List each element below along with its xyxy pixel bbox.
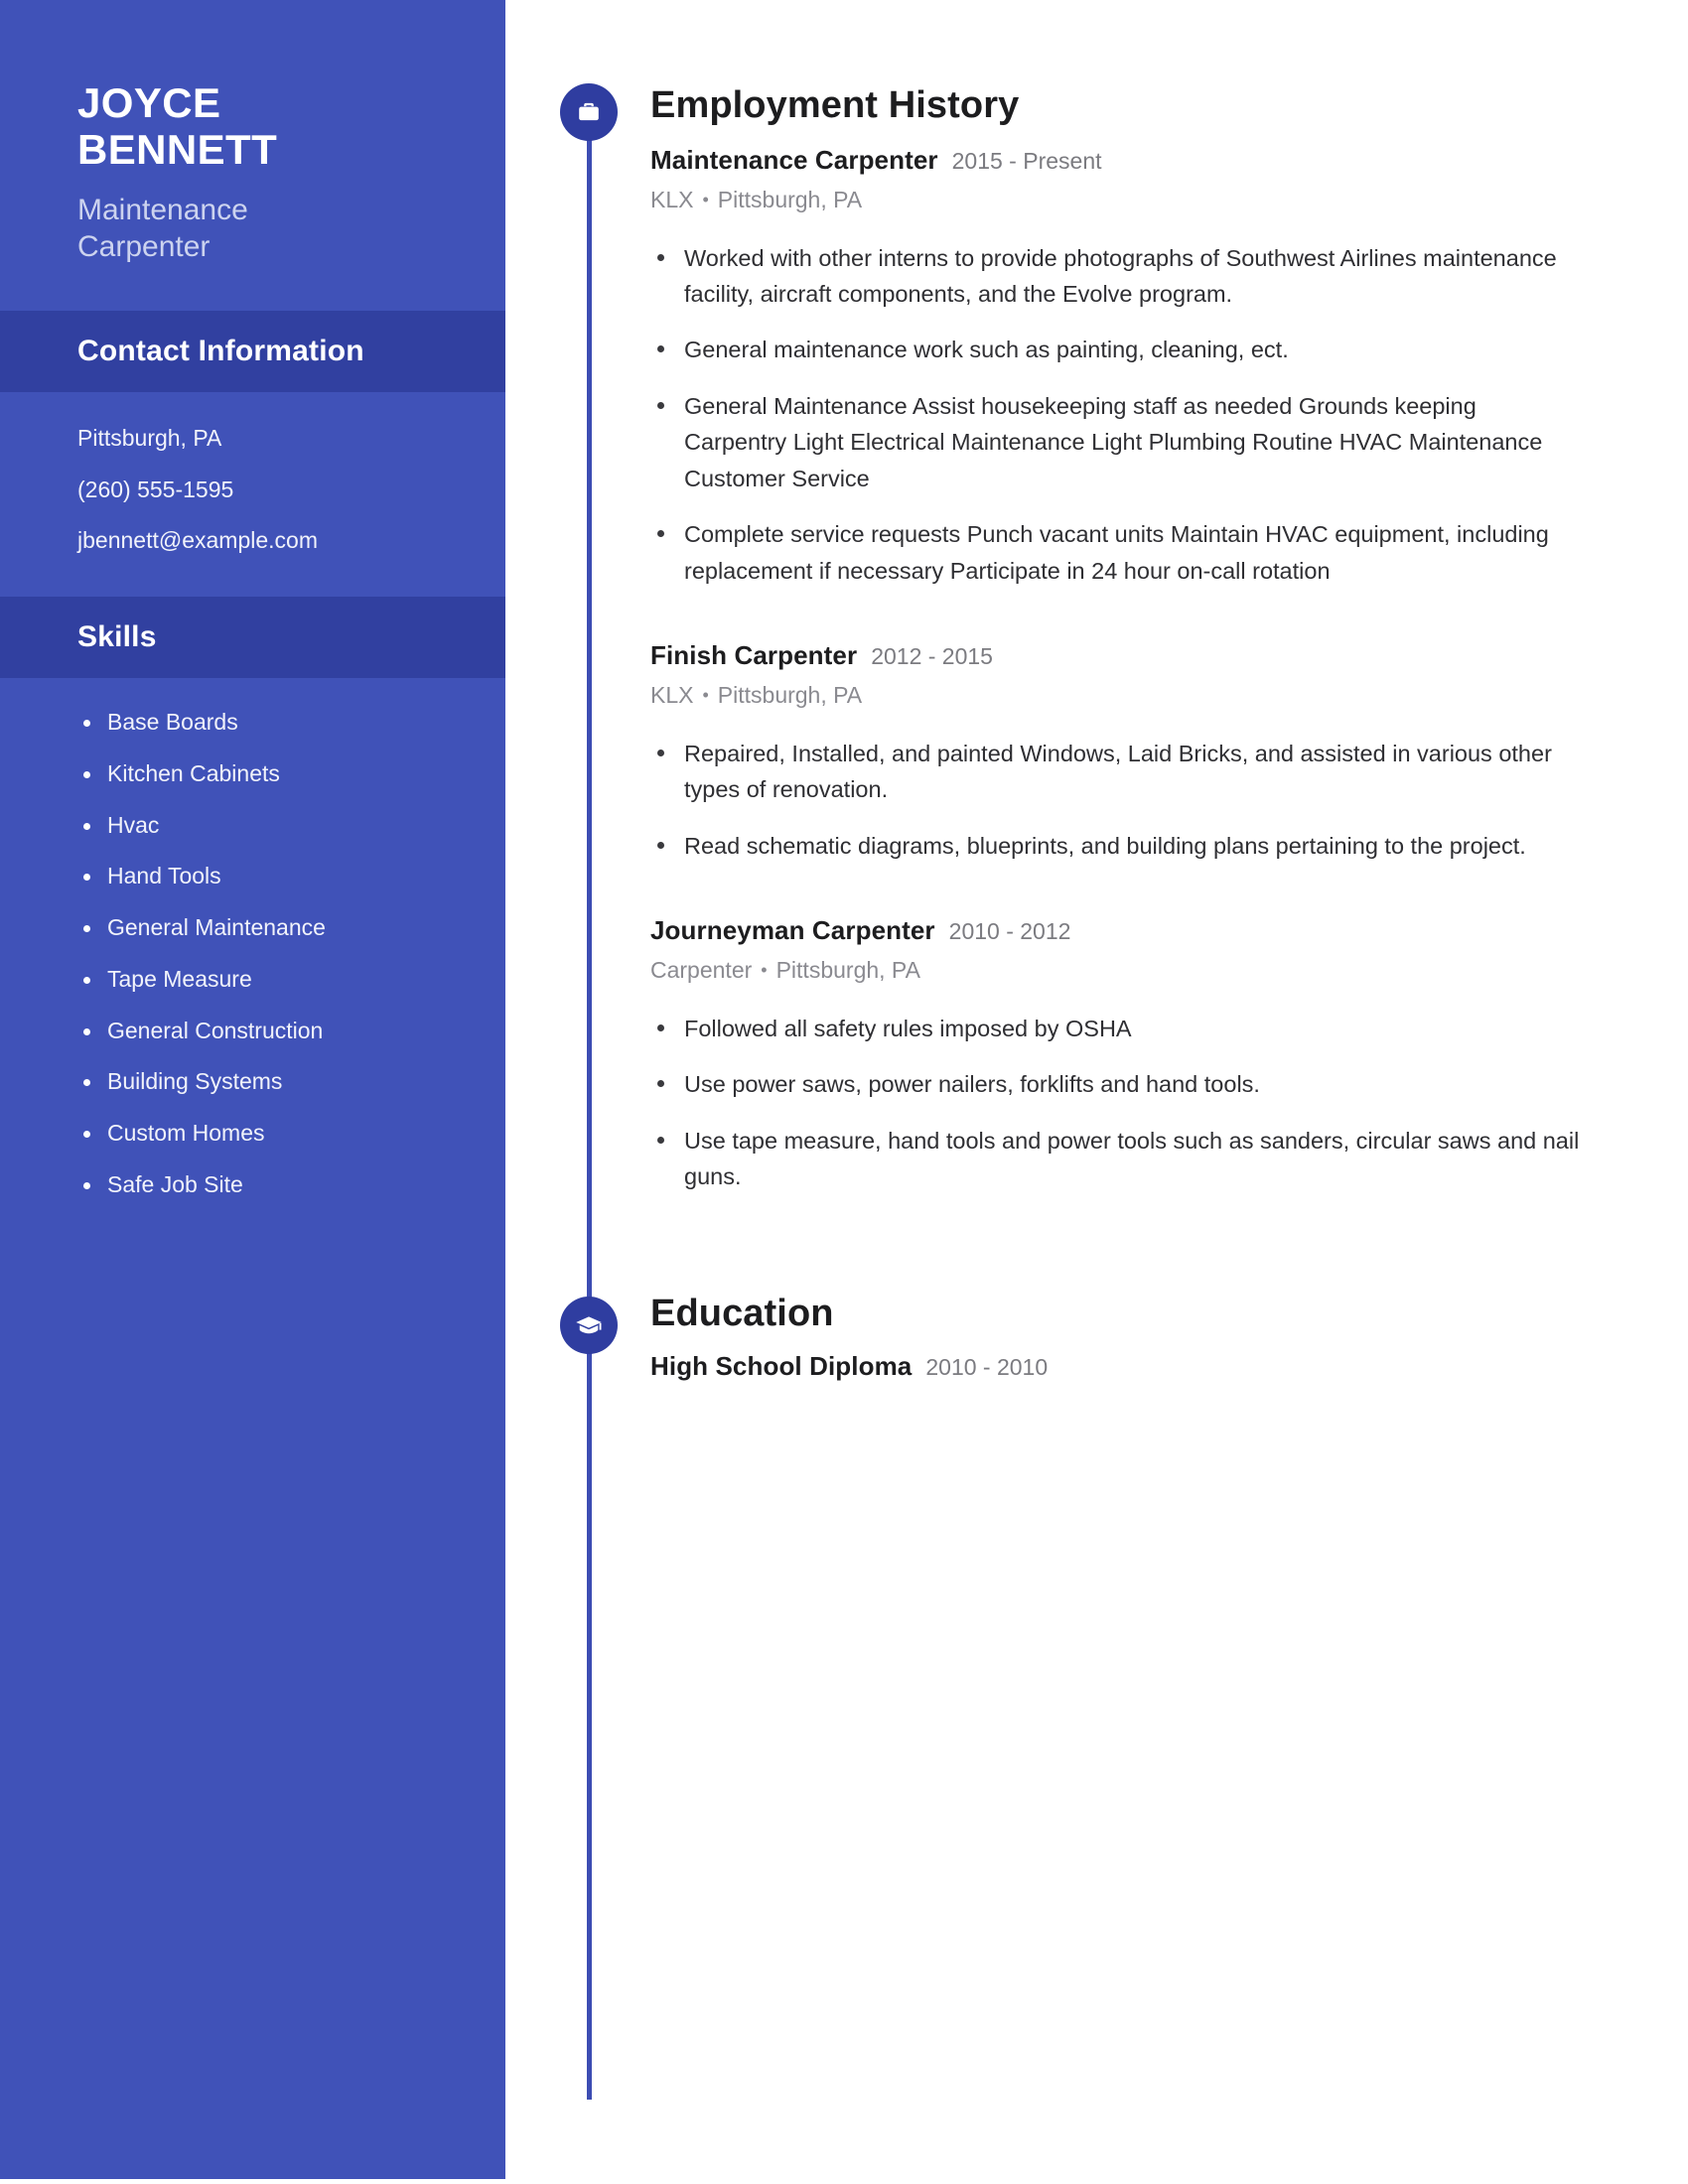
entry-company: KLX [650,682,694,709]
candidate-name: JOYCE BENNETT [77,79,355,173]
page-title: Employment History [650,84,1020,126]
section-employment-history: Employment History Maintenance Carpenter… [650,84,1604,1194]
list-item: Use power saws, power nailers, forklifts… [650,1066,1584,1102]
list-item: Read schematic diagrams, blueprints, and… [650,828,1584,864]
entry-headline: Maintenance Carpenter 2015 - Present [650,145,1604,176]
entry-role: Finish Carpenter [650,639,858,670]
contact-information-heading: Contact Information [77,335,364,368]
skills-heading: Skills [77,620,157,654]
contact-information-header: Contact Information [0,311,505,393]
list-item: General Maintenance Assist housekeeping … [650,388,1584,496]
skills-list: Base Boards Kitchen Cabinets Hvac Hand T… [0,678,505,1238]
candidate-job-title: Maintenance Carpenter [77,194,248,263]
identity-block: JOYCE BENNETT Maintenance Carpenter [0,0,505,311]
entry-location: Pittsburgh, PA [717,682,863,709]
list-item: Custom Homes [77,1120,428,1147]
education-entry: High School Diploma 2010 - 2010 [650,1351,1604,1382]
resume-page: JOYCE BENNETT Maintenance Carpenter Cont… [0,0,1688,2184]
candidate-name-first: JOYCE [77,79,221,126]
section-education: Education High School Diploma 2010 - 201… [650,1294,1604,1382]
entry-company: Carpenter [650,957,753,984]
list-item: Hand Tools [77,864,428,889]
contact-item-location: Pittsburgh, PA [77,425,222,452]
list-item: Followed all safety rules imposed by OSH… [650,1011,1584,1046]
entry-company: KLX [650,186,694,212]
employment-timeline-marker [560,83,618,141]
candidate-name-last: BENNETT [77,126,278,174]
list-item: Base Boards [77,709,428,736]
entry-location: Pittsburgh, PA [775,957,920,984]
entry-headline: Journeyman Carpenter 2010 - 2012 [650,915,1604,946]
employment-entry: Journeyman Carpenter 2010 - 2012 Carpent… [650,915,1604,1194]
entry-headline: Finish Carpenter 2012 - 2015 [650,640,1604,671]
list-item: Hvac [77,812,428,839]
bullet-separator-icon: • [761,960,768,981]
contact-information-list: Pittsburgh, PA (260) 555-1595 jbennett@e… [0,392,505,597]
list-item: Worked with other interns to provide pho… [650,240,1584,313]
list-item: Use tape measure, hand tools and power t… [650,1123,1584,1195]
list-item: General Maintenance [77,914,428,941]
skills-header: Skills [0,597,505,679]
contact-item-phone[interactable]: (260) 555-1595 [77,477,428,502]
entry-dates: 2010 - 2010 [925,1354,1049,1381]
education-timeline-marker [560,1297,618,1354]
list-item: Safe Job Site [77,1171,428,1198]
entry-meta: KLX • Pittsburgh, PA [650,682,1604,710]
entry-dates: 2010 - 2012 [948,918,1071,944]
contact-item-email[interactable]: jbennett@example.com [77,527,428,553]
entry-meta: KLX • Pittsburgh, PA [650,187,1604,214]
entry-meta: Carpenter • Pittsburgh, PA [650,957,1604,985]
employment-entry: Maintenance Carpenter 2015 - Present KLX… [650,145,1604,589]
entry-dates: 2015 - Present [951,147,1102,174]
list-item: General Construction [77,1018,428,1044]
bullet-separator-icon: • [702,685,709,706]
entry-dates: 2012 - 2015 [871,642,993,669]
bullet-separator-icon: • [702,189,709,209]
page-title: Education [650,1293,834,1335]
entry-bullets: Followed all safety rules imposed by OSH… [650,1011,1604,1195]
entry-bullets: Repaired, Installed, and painted Windows… [650,736,1604,864]
list-item: Building Systems [77,1069,428,1095]
entry-role: Maintenance Carpenter [650,144,938,175]
entry-degree: High School Diploma [650,1351,913,1382]
entry-headline: High School Diploma 2010 - 2010 [650,1351,1604,1382]
list-item: General maintenance work such as paintin… [650,332,1584,367]
main-content: Employment History Maintenance Carpenter… [650,0,1604,1382]
entry-role: Journeyman Carpenter [650,915,935,945]
employment-entry: Finish Carpenter 2012 - 2015 KLX • Pittsbu… [650,640,1604,864]
entry-bullets: Worked with other interns to provide pho… [650,240,1604,589]
timeline-rail [587,89,592,2100]
sidebar: JOYCE BENNETT Maintenance Carpenter Cont… [0,0,505,2179]
list-item: Kitchen Cabinets [77,760,428,787]
entry-location: Pittsburgh, PA [717,186,863,212]
graduation-cap-icon [574,1310,604,1340]
list-item: Tape Measure [77,966,428,993]
briefcase-icon [575,98,603,126]
list-item: Complete service requests Punch vacant u… [650,516,1584,589]
list-item: Repaired, Installed, and painted Windows… [650,736,1584,808]
